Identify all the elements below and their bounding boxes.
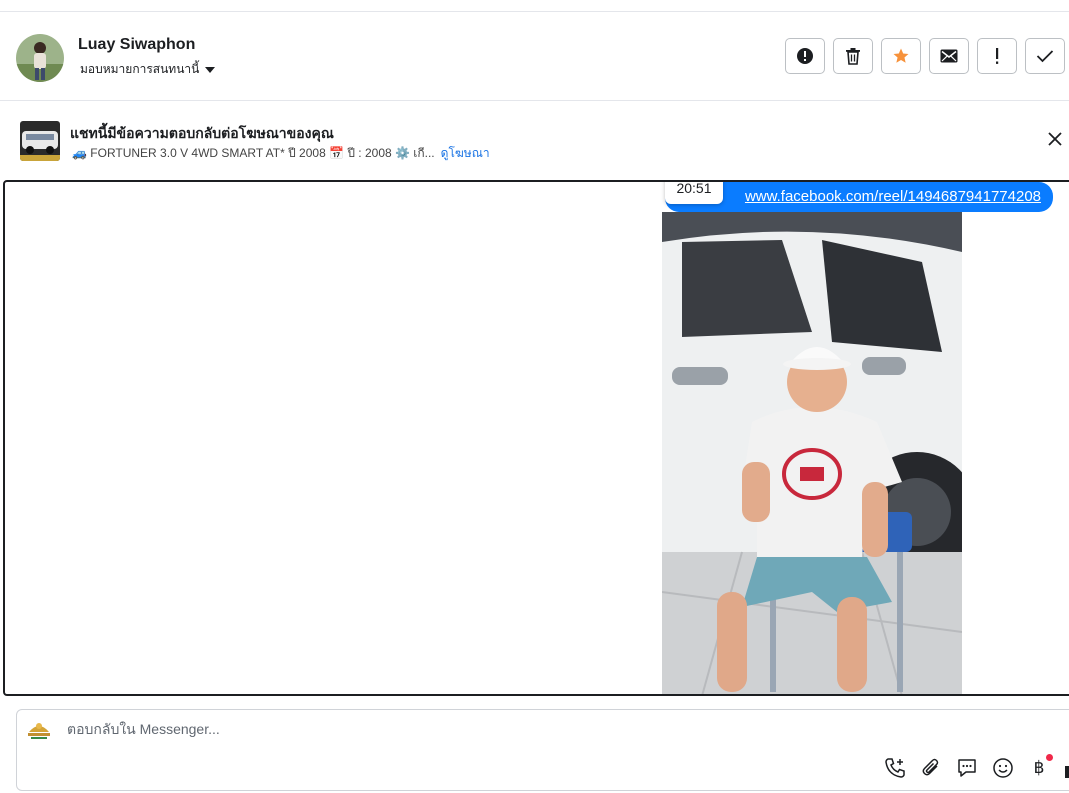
contact-name[interactable]: Luay Siwaphon <box>78 36 195 54</box>
assign-conversation-dropdown[interactable]: มอบหมายการสนทนานี้ <box>80 60 216 79</box>
reel-video-preview[interactable] <box>662 212 962 694</box>
star-icon <box>893 48 909 63</box>
assign-label: มอบหมายการสนทนานี้ <box>80 62 200 76</box>
composer-tools: ฿ <box>883 754 1069 780</box>
baht-icon: ฿ <box>1033 758 1045 778</box>
mark-done-button[interactable] <box>1025 38 1065 74</box>
conversation-header: Luay Siwaphon มอบหมายการสนทนานี้ <box>0 12 1069 101</box>
message-bubble[interactable]: www.facebook.com/reel/1494687941774208 <box>665 182 1053 212</box>
reply-input[interactable] <box>65 720 769 738</box>
trash-icon <box>846 48 860 65</box>
reply-composer: ฿ <box>16 709 1069 791</box>
like-button[interactable] <box>1063 756 1069 780</box>
envelope-icon <box>940 49 958 63</box>
delete-button[interactable] <box>833 38 873 74</box>
notification-dot <box>1046 754 1053 761</box>
page-logo <box>25 718 53 742</box>
message-thread[interactable]: www.facebook.com/reel/1494687941774208 2… <box>3 180 1069 696</box>
caret-down-icon <box>205 66 216 73</box>
timestamp-tooltip: 20:51 <box>665 182 723 204</box>
report-icon <box>797 48 813 64</box>
attach-button[interactable] <box>919 756 943 780</box>
avatar[interactable] <box>16 34 64 82</box>
saved-replies-button[interactable] <box>955 756 979 780</box>
report-button[interactable] <box>785 38 825 74</box>
view-ad-link[interactable]: ดูโฆษณา <box>441 144 490 163</box>
close-icon <box>1048 132 1062 146</box>
payment-button[interactable]: ฿ <box>1027 754 1053 780</box>
header-actions <box>785 38 1065 74</box>
phone-add-icon <box>885 758 905 778</box>
chat-bubble-icon <box>958 759 976 777</box>
like-icon <box>1065 766 1069 778</box>
check-icon <box>1036 50 1054 63</box>
mark-important-button[interactable] <box>977 38 1017 74</box>
important-icon <box>996 48 999 64</box>
ad-meta: 🚙 FORTUNER 3.0 V 4WD SMART AT* ปี 2008 📅… <box>72 144 490 163</box>
emoji-button[interactable] <box>991 756 1015 780</box>
ad-thumbnail[interactable] <box>20 121 60 161</box>
call-button[interactable] <box>883 756 907 780</box>
ad-banner-title: แชทนี้มีข้อความตอบกลับต่อโฆษณาของคุณ <box>70 125 334 141</box>
ad-summary: 🚙 FORTUNER 3.0 V 4WD SMART AT* ปี 2008 📅… <box>72 146 435 160</box>
ad-reply-banner: แชทนี้มีข้อความตอบกลับต่อโฆษณาของคุณ 🚙 F… <box>0 101 1069 179</box>
close-banner-button[interactable] <box>1047 131 1063 147</box>
paperclip-icon <box>922 758 939 776</box>
mark-unread-button[interactable] <box>929 38 969 74</box>
message-link[interactable]: www.facebook.com/reel/1494687941774208 <box>745 188 1041 205</box>
emoji-icon <box>993 758 1013 778</box>
star-button[interactable] <box>881 38 921 74</box>
